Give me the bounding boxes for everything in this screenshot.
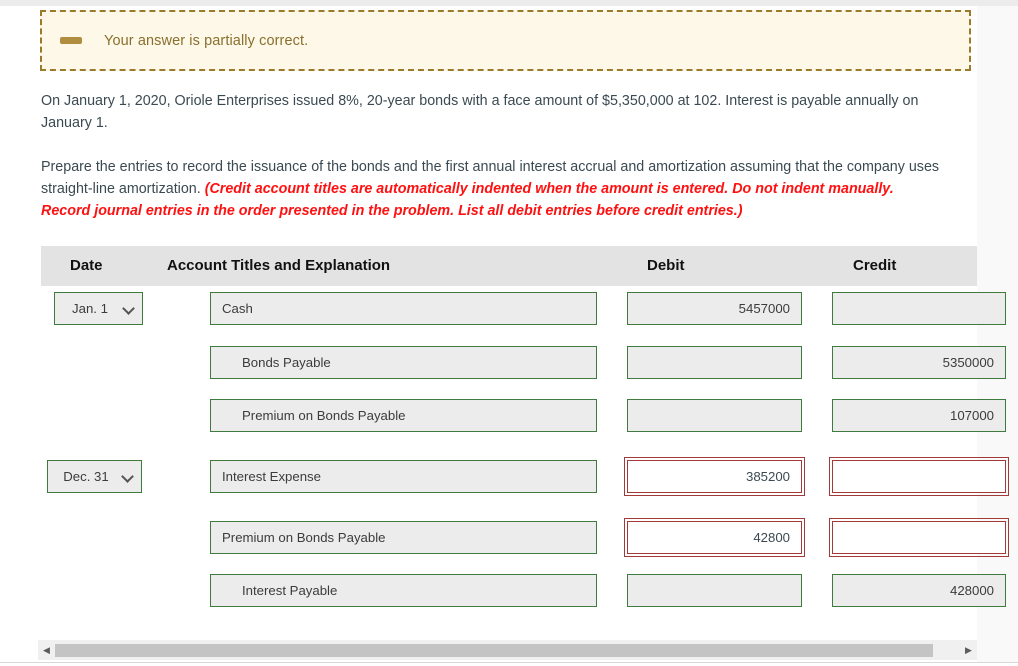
account-title-input[interactable]: Interest Expense [210,460,597,493]
chevron-down-icon [122,471,133,482]
minus-icon [60,37,82,44]
scrollbar-track[interactable] [55,643,960,657]
status-alert: Your answer is partially correct. [40,10,971,71]
column-header-account: Account Titles and Explanation [167,257,391,274]
table-row: Premium on Bonds Payable 107000 [41,399,1006,439]
column-header-date: Date [70,257,103,274]
content-area: Your answer is partially correct. On Jan… [0,6,1009,666]
scroll-right-arrow-icon[interactable]: ▶ [960,640,977,660]
date-select-value: Dec. 31 [63,469,109,484]
credit-amount-input[interactable]: 428000 [832,574,1006,607]
table-row: Interest Payable 428000 [41,574,1006,614]
table-row: Premium on Bonds Payable 42800 [41,518,1009,561]
date-select[interactable]: Dec. 31 [47,460,142,493]
horizontal-scrollbar[interactable]: ◀ ▶ [38,640,977,660]
debit-amount-input[interactable]: 42800 [624,518,805,557]
date-select[interactable]: Jan. 1 [54,292,143,325]
problem-statement: On January 1, 2020, Oriole Enterprises i… [41,90,941,134]
problem-statement-text: On January 1, 2020, Oriole Enterprises i… [41,93,919,131]
account-title-input[interactable]: Premium on Bonds Payable [210,521,597,554]
debit-amount-input[interactable]: 385200 [624,457,805,496]
debit-amount-input[interactable]: 5457000 [627,292,802,325]
column-header-credit: Credit [853,257,897,274]
problem-instructions: Prepare the entries to record the issuan… [41,156,946,222]
scrollbar-thumb[interactable] [55,643,933,657]
bottom-divider [0,662,1018,666]
debit-amount-input[interactable] [627,574,802,607]
account-title-input[interactable]: Interest Payable [210,574,597,607]
chevron-down-icon [123,303,134,314]
credit-amount-input[interactable]: 5350000 [832,346,1006,379]
account-title-input[interactable]: Cash [210,292,597,325]
date-select-value: Jan. 1 [72,301,108,316]
credit-amount-input[interactable] [829,457,1009,496]
column-header-debit: Debit [647,257,685,274]
journal-table-body: Jan. 1 Cash 5457000 Bonds Payable 5350000 Pre… [41,286,1009,621]
credit-amount-input[interactable] [832,292,1006,325]
credit-amount-input[interactable] [829,518,1009,557]
debit-amount-input[interactable] [627,399,802,432]
status-alert-message: Your answer is partially correct. [104,32,309,49]
account-title-input[interactable]: Bonds Payable [210,346,597,379]
debit-amount-input[interactable] [627,346,802,379]
account-title-input[interactable]: Premium on Bonds Payable [210,399,597,432]
credit-amount-input[interactable]: 107000 [832,399,1006,432]
table-row: Dec. 31 Interest Expense 385200 [41,457,1009,500]
scroll-left-arrow-icon[interactable]: ◀ [38,640,55,660]
page-root: Your answer is partially correct. On Jan… [0,0,1018,666]
table-row: Jan. 1 Cash 5457000 [41,292,1006,332]
table-row: Bonds Payable 5350000 [41,346,1006,386]
journal-table-header: Date Account Titles and Explanation Debi… [41,246,977,286]
